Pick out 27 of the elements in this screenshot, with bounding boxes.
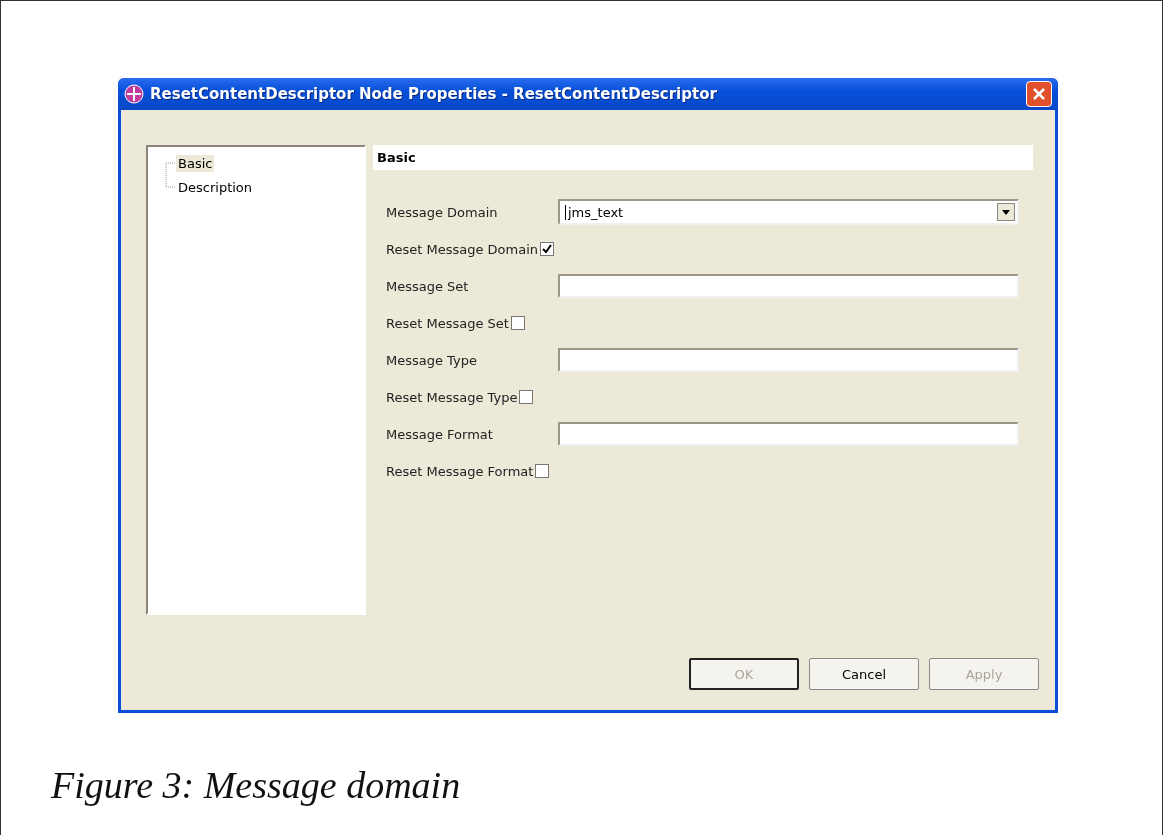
checkbox[interactable] [535, 464, 550, 478]
field-label: Message Domain [386, 204, 499, 220]
field-label: Reset Message Format [386, 463, 534, 479]
checkbox[interactable] [510, 316, 525, 330]
figure-caption: Figure 3: Message domain [51, 763, 461, 807]
input-field[interactable] [558, 422, 1019, 446]
window-title: ResetContentDescriptor Node Properties - ResetContentDescriptor [150, 85, 718, 103]
dialog-button[interactable]: Cancel [809, 658, 919, 690]
app-icon [124, 84, 144, 104]
field-label: Reset Message Type [386, 389, 518, 405]
close-icon [1032, 87, 1046, 101]
dropdown-field[interactable]: jms_text [558, 199, 1019, 225]
input-field[interactable] [558, 274, 1019, 298]
field-label: Reset Message Domain [386, 241, 538, 257]
field-label: Message Set [386, 278, 470, 294]
close-button[interactable] [1026, 81, 1052, 107]
field-label: Message Type [386, 352, 478, 368]
section-header: Basic [373, 145, 1033, 170]
tree-item[interactable]: Description [176, 178, 255, 196]
input-field[interactable] [558, 348, 1019, 372]
checkbox[interactable] [519, 390, 534, 404]
tree-line [165, 162, 176, 175]
tree-item[interactable]: Basic [176, 154, 215, 172]
field-label: Reset Message Set [386, 315, 509, 331]
field-label: Message Format [386, 426, 494, 442]
checkbox[interactable] [540, 242, 554, 256]
tree-line [165, 175, 176, 188]
